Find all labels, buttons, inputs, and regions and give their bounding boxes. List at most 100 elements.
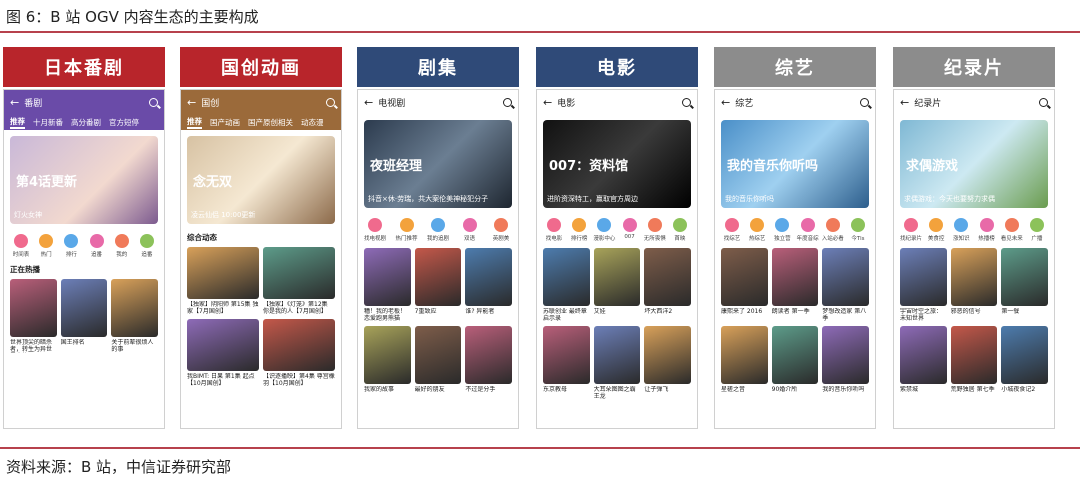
- content-card[interactable]: 【识逐播映】第4集 尊宫橡羽【10月国创】: [263, 319, 335, 387]
- content-card[interactable]: 梦想改造家 第八季: [822, 248, 869, 322]
- entry-label: 找综艺: [723, 236, 741, 242]
- content-card[interactable]: 苏联创业 最终章启示录: [543, 248, 590, 322]
- quick-entry[interactable]: 广播: [1026, 218, 1048, 242]
- content-card[interactable]: 东京教母: [543, 326, 590, 400]
- content-card[interactable]: 世界顶尖的暗杀者，转生为异世界贵族: [10, 279, 57, 353]
- back-arrow-icon[interactable]: ←: [543, 96, 552, 109]
- quick-entry[interactable]: 时间表: [10, 234, 32, 258]
- tab-item[interactable]: 官方短停: [109, 117, 139, 128]
- quick-entry[interactable]: 美食控: [925, 218, 947, 242]
- content-card[interactable]: 荒野独居 第七季: [950, 326, 998, 400]
- quick-entry[interactable]: 今Tis: [847, 218, 869, 242]
- card-thumbnail: [187, 247, 259, 299]
- content-card[interactable]: 谁? 异能者: [465, 248, 512, 322]
- content-card[interactable]: 我家的故事: [364, 326, 411, 400]
- content-card[interactable]: 艾娃: [593, 248, 641, 322]
- search-icon[interactable]: [682, 97, 691, 107]
- search-icon[interactable]: [1039, 97, 1048, 107]
- category-banner: 纪录片: [893, 47, 1055, 87]
- back-arrow-icon[interactable]: ←: [900, 96, 909, 109]
- content-card[interactable]: 关于前辈很烦人的事: [111, 279, 158, 353]
- quick-entry[interactable]: 排行榜: [568, 218, 590, 242]
- tab-item[interactable]: 推荐: [10, 116, 25, 129]
- quick-entry[interactable]: 无所畏惧: [644, 218, 666, 242]
- tab-item[interactable]: 动态漫: [301, 117, 324, 128]
- back-arrow-icon[interactable]: ←: [364, 96, 373, 109]
- content-card[interactable]: 邪恶的信号: [950, 248, 998, 322]
- quick-entry[interactable]: 找电影: [543, 218, 565, 242]
- content-card[interactable]: 星槎之音: [721, 326, 768, 400]
- content-card[interactable]: 让子弹飞: [644, 326, 691, 400]
- hero-banner[interactable]: 007：资料馆 进阶资深特工，赢取官方周边: [543, 120, 691, 208]
- quick-entry[interactable]: 找综艺: [721, 218, 743, 242]
- search-icon[interactable]: [860, 97, 869, 107]
- tab-item[interactable]: 国产原创相关: [248, 117, 293, 128]
- content-card[interactable]: 宇宙时空之旅：未知世界: [900, 248, 947, 322]
- quick-entry[interactable]: 追番: [86, 234, 108, 258]
- quick-entry[interactable]: 首映: [669, 218, 691, 242]
- hero-banner[interactable]: 第4话更新 灯火女神: [10, 136, 158, 224]
- card-title: 星槎之音: [721, 386, 746, 393]
- hero-banner[interactable]: 夜班经理 抖音×休·劳瑞，共大案伦美神秘犯分子: [364, 120, 512, 208]
- content-card[interactable]: 朗读者 第一季: [771, 248, 819, 322]
- card-title: 世界顶尖的暗杀者，转生为异世界贵族: [10, 339, 53, 353]
- content-card[interactable]: 国王排名: [60, 279, 108, 353]
- back-arrow-icon[interactable]: ←: [187, 96, 196, 109]
- quick-entry[interactable]: 热门: [35, 234, 57, 258]
- content-card[interactable]: 康熙来了 2016: [721, 248, 768, 322]
- hero-caption: 灯火女神: [14, 211, 42, 219]
- quick-entry[interactable]: 年度音综: [797, 218, 819, 242]
- quick-entry[interactable]: 我的追剧: [427, 218, 449, 242]
- quick-entry[interactable]: 英剧美: [490, 218, 512, 242]
- entry-icon: [139, 234, 154, 248]
- quick-entry[interactable]: 独立营: [771, 218, 793, 242]
- quick-entry[interactable]: 漫影中心: [593, 218, 615, 242]
- content-card[interactable]: 大耳朵图图之霸王龙: [593, 326, 641, 400]
- content-card[interactable]: 坏大西洋2: [644, 248, 691, 322]
- content-card[interactable]: 最好的朋友: [414, 326, 462, 400]
- back-arrow-icon[interactable]: ←: [721, 96, 730, 109]
- search-icon[interactable]: [503, 97, 512, 107]
- content-card[interactable]: 90婚介所: [771, 326, 819, 400]
- quick-entry[interactable]: 入站必看: [822, 218, 844, 242]
- quick-entry[interactable]: 涨知识: [950, 218, 972, 242]
- quick-entry[interactable]: 热播榜: [976, 218, 998, 242]
- hero-banner[interactable]: 我的音乐你听吗 我的音乐你听吗: [721, 120, 869, 208]
- hero-banner[interactable]: 念无双 凌云仙侣 10:00更新: [187, 136, 335, 224]
- content-card[interactable]: 【独家】阴阳师 第15集 独家【7月国创】: [187, 247, 259, 315]
- entry-label: 找电视剧: [364, 236, 387, 242]
- tab-item[interactable]: 十月新番: [33, 117, 63, 128]
- search-icon[interactable]: [326, 97, 335, 107]
- search-icon[interactable]: [149, 97, 158, 107]
- content-card[interactable]: 小城夜食记2: [1001, 326, 1048, 400]
- quick-entry[interactable]: 热门推荐: [396, 218, 418, 242]
- content-card[interactable]: 我BIMT: 日果 第1集 起点【10月国创】: [187, 319, 259, 387]
- card-thumbnail: [1001, 326, 1048, 384]
- card-thumbnail: [822, 248, 869, 306]
- quick-entry[interactable]: 排行: [60, 234, 82, 258]
- content-card[interactable]: 紫禁城: [900, 326, 947, 400]
- tab-item[interactable]: 高分番剧: [71, 117, 101, 128]
- quick-entry[interactable]: 找纪录片: [900, 218, 922, 242]
- content-card[interactable]: 7重致应: [414, 248, 462, 322]
- content-card[interactable]: 【独家】《灯笼》第12集 你是我的人【7月国创】: [263, 247, 335, 315]
- entry-icon: [547, 218, 561, 232]
- hero-banner[interactable]: 求偶游戏 求偶游戏：今天也要努力求偶: [900, 120, 1048, 208]
- content-card[interactable]: 我的音乐你听吗: [822, 326, 869, 400]
- quick-entry[interactable]: 我的: [111, 234, 133, 258]
- quick-entry[interactable]: 007: [619, 218, 641, 242]
- entry-icon: [39, 234, 54, 248]
- quick-entry[interactable]: 双语: [459, 218, 481, 242]
- quick-entry[interactable]: 热综艺: [746, 218, 768, 242]
- quick-entry[interactable]: 找电视剧: [364, 218, 386, 242]
- quick-entry[interactable]: 追番: [136, 234, 158, 258]
- hero-text: 念无双: [193, 175, 233, 191]
- content-card[interactable]: 第一餐: [1001, 248, 1048, 322]
- tab-item[interactable]: 推荐: [187, 116, 202, 129]
- tab-item[interactable]: 国产动画: [210, 117, 240, 128]
- content-card[interactable]: 糟！我的老板！恋爱跑男熊猫: [364, 248, 411, 322]
- content-card[interactable]: 不过是分手: [465, 326, 512, 400]
- card-thumbnail: [644, 326, 691, 384]
- quick-entry[interactable]: 看见未来: [1001, 218, 1023, 242]
- back-arrow-icon[interactable]: ←: [10, 96, 19, 109]
